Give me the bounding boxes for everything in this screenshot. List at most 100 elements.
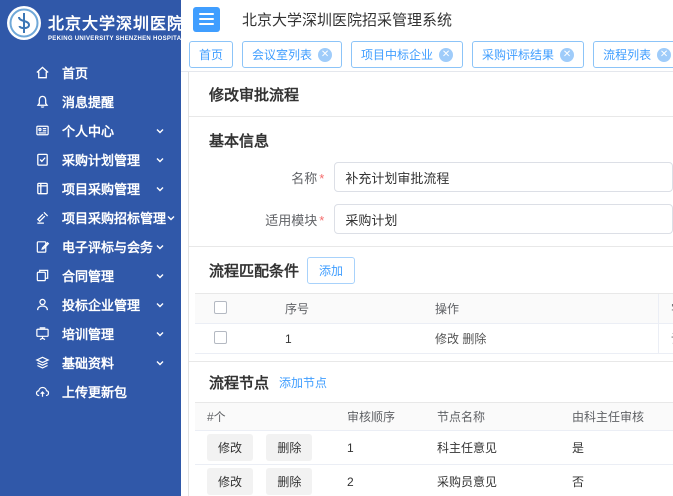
table-row: 修改 删除 2 采购员意见 否 xyxy=(195,465,673,496)
tab-label: 首页 xyxy=(199,46,223,63)
match-conditions-table: 序号 操作 字 1 修改 删除 设 xyxy=(195,293,673,354)
sidebar-item-label: 个人中心 xyxy=(62,121,114,140)
sidebar-item-basic-data[interactable]: 基础资料 xyxy=(0,348,181,377)
tab-process-list[interactable]: 流程列表 ✕ xyxy=(593,41,673,68)
table-header-row: #个 审核顺序 节点名称 由科主任审核 xyxy=(195,403,673,431)
tab-label: 采购评标结果 xyxy=(482,46,554,63)
sidebar-item-bidder-enterprise-mgmt[interactable]: 投标企业管理 xyxy=(0,290,181,319)
process-nodes-header: 流程节点 添加节点 xyxy=(189,362,673,402)
name-field[interactable] xyxy=(334,162,673,192)
hospital-logo-icon xyxy=(6,5,42,46)
sidebar-item-label: 项目采购管理 xyxy=(62,179,140,198)
node-name-cell: 采购员意见 xyxy=(425,473,560,490)
chevron-down-icon xyxy=(155,358,165,368)
book-icon xyxy=(34,181,50,197)
form-row-name: 名称* xyxy=(189,162,673,192)
home-icon xyxy=(34,65,50,81)
modify-button[interactable]: 修改 xyxy=(207,434,253,461)
modify-delete-links[interactable]: 修改 删除 xyxy=(423,330,658,347)
hospital-logo: 北京大学深圳医院 PEKING UNIVERSITY SHENZHEN HOSP… xyxy=(0,0,181,52)
hospital-logo-text: 北京大学深圳医院 PEKING UNIVERSITY SHENZHEN HOSP… xyxy=(48,10,181,42)
select-all-checkbox[interactable] xyxy=(214,301,227,314)
close-icon[interactable]: ✕ xyxy=(439,48,453,62)
tab-label: 项目中标企业 xyxy=(361,46,433,63)
chevron-down-icon xyxy=(155,300,165,310)
module-label: 适用模块* xyxy=(189,210,324,229)
hospital-name-en: PEKING UNIVERSITY SHENZHEN HOSPITAL xyxy=(48,36,181,42)
user-icon xyxy=(34,297,50,313)
tab-project-winning-enterprise[interactable]: 项目中标企业 ✕ xyxy=(351,41,463,68)
table-row: 修改 删除 1 科主任意见 是 xyxy=(195,431,673,465)
sidebar-item-personal-center[interactable]: 个人中心 xyxy=(0,116,181,145)
close-icon[interactable]: ✕ xyxy=(560,48,574,62)
edit-document-icon xyxy=(34,239,50,255)
sidebar: 北京大学深圳医院 PEKING UNIVERSITY SHENZHEN HOSP… xyxy=(0,0,181,496)
table-row: 1 修改 删除 设 xyxy=(195,324,673,354)
presentation-icon xyxy=(34,326,50,342)
tab-bar: 首页 会议室列表 ✕ 项目中标企业 ✕ 采购评标结果 ✕ 流程列表 ✕ 流程 ✕ xyxy=(181,38,673,72)
column-header-node-name: 节点名称 xyxy=(425,408,560,425)
menu-toggle-button[interactable] xyxy=(193,7,220,32)
chevron-down-icon xyxy=(155,271,165,281)
id-card-icon xyxy=(34,123,50,139)
delete-button[interactable]: 删除 xyxy=(266,468,312,495)
add-condition-button[interactable]: 添加 xyxy=(307,257,355,284)
chevron-down-icon xyxy=(155,126,165,136)
chevron-down-icon xyxy=(155,184,165,194)
column-header-order: 审核顺序 xyxy=(335,408,425,425)
sidebar-item-contract-mgmt[interactable]: 合同管理 xyxy=(0,261,181,290)
column-header-operation: 操作 xyxy=(423,300,658,317)
node-name-cell: 科主任意见 xyxy=(425,439,560,456)
sidebar-item-purchase-plan-mgmt[interactable]: 采购计划管理 xyxy=(0,145,181,174)
name-label: 名称* xyxy=(189,168,324,187)
row-checkbox[interactable] xyxy=(214,331,227,344)
modify-button[interactable]: 修改 xyxy=(207,468,253,495)
process-nodes-table: #个 审核顺序 节点名称 由科主任审核 修改 删除 1 科主任意见 是 修改 删… xyxy=(195,402,673,496)
clipboard-check-icon xyxy=(34,152,50,168)
sidebar-item-ebidding-conference[interactable]: 电子评标与会务 xyxy=(0,232,181,261)
column-header-actions: #个 xyxy=(195,408,335,425)
column-header-seq: 序号 xyxy=(273,300,423,317)
tab-label: 会议室列表 xyxy=(252,46,312,63)
sidebar-item-project-purchase-mgmt[interactable]: 项目采购管理 xyxy=(0,174,181,203)
sidebar-item-label: 基础资料 xyxy=(62,353,114,372)
order-cell: 1 xyxy=(335,441,425,455)
cloud-upload-icon xyxy=(34,384,50,400)
close-icon[interactable]: ✕ xyxy=(318,48,332,62)
top-bar: 北京大学深圳医院招采管理系统 xyxy=(181,0,673,38)
order-cell: 2 xyxy=(335,475,425,489)
sidebar-nav: 首页 消息提醒 个人中心 采购计划管理 项目采购管理 项目采购招标管理 xyxy=(0,58,181,406)
hospital-name-cn: 北京大学深圳医院 xyxy=(48,10,181,34)
sidebar-item-label: 项目采购招标管理 xyxy=(62,208,166,227)
required-asterisk: * xyxy=(319,213,324,228)
required-asterisk: * xyxy=(319,171,324,186)
actions-cell: 修改 删除 xyxy=(195,434,335,461)
delete-button[interactable]: 删除 xyxy=(266,434,312,461)
tab-home[interactable]: 首页 xyxy=(189,41,233,68)
sidebar-item-label: 电子评标与会务 xyxy=(62,237,153,256)
tab-label: 流程列表 xyxy=(603,46,651,63)
table-header-row: 序号 操作 字 xyxy=(195,294,673,324)
seq-cell: 1 xyxy=(273,332,423,346)
sidebar-item-training-mgmt[interactable]: 培训管理 xyxy=(0,319,181,348)
page-title: 修改审批流程 xyxy=(209,87,299,104)
close-icon[interactable]: ✕ xyxy=(657,48,671,62)
sidebar-item-label: 首页 xyxy=(62,63,88,82)
match-conditions-header: 流程匹配条件 添加 xyxy=(189,247,673,293)
tab-bid-evaluation-result[interactable]: 采购评标结果 ✕ xyxy=(472,41,584,68)
sidebar-item-upload-update-package[interactable]: 上传更新包 xyxy=(0,377,181,406)
sidebar-item-label: 培训管理 xyxy=(62,324,114,343)
content-panel: 修改审批流程 基本信息 名称* 适用模块* 流程匹配条件 添加 序号 操作 字 xyxy=(188,72,673,496)
sidebar-item-project-bidding-mgmt[interactable]: 项目采购招标管理 xyxy=(0,203,181,232)
module-field[interactable] xyxy=(334,204,673,234)
basic-info-form: 名称* 适用模块* xyxy=(189,162,673,234)
add-node-link[interactable]: 添加节点 xyxy=(279,374,327,391)
sidebar-item-label: 合同管理 xyxy=(62,266,114,285)
app-title: 北京大学深圳医院招采管理系统 xyxy=(242,9,452,30)
basic-info-heading: 基本信息 xyxy=(209,130,673,151)
sidebar-item-home[interactable]: 首页 xyxy=(0,58,181,87)
chevron-down-icon xyxy=(155,242,165,252)
chevron-down-icon xyxy=(166,213,176,223)
sidebar-item-messages[interactable]: 消息提醒 xyxy=(0,87,181,116)
tab-meeting-room-list[interactable]: 会议室列表 ✕ xyxy=(242,41,342,68)
